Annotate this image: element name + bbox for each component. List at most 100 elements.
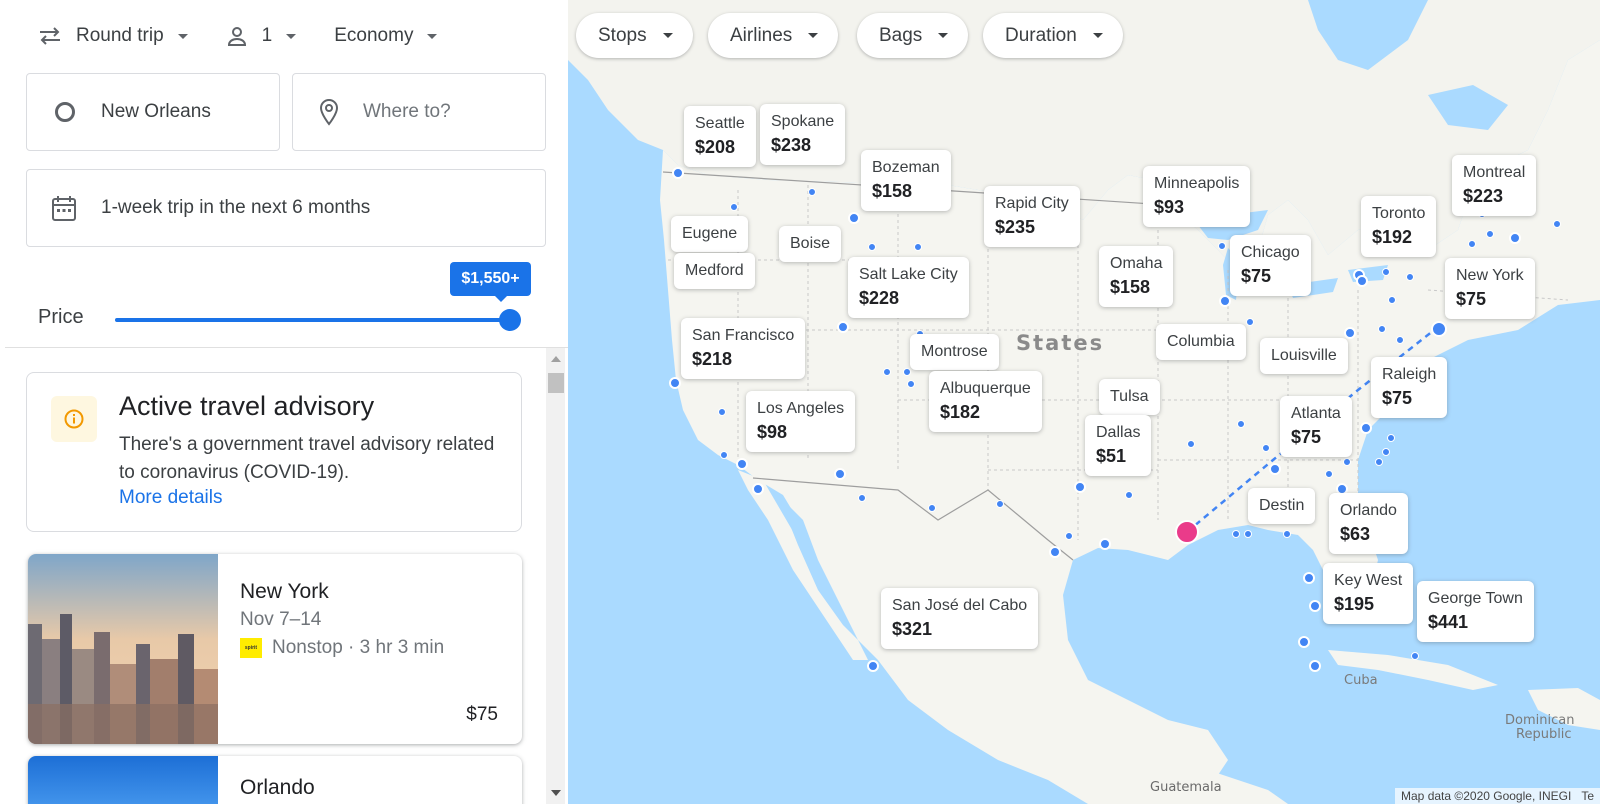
price-slider-track[interactable] bbox=[115, 318, 513, 322]
scrollbar[interactable] bbox=[546, 348, 565, 804]
destination-dot[interactable] bbox=[1049, 546, 1061, 558]
map-label-spokane[interactable]: Spokane $238 bbox=[760, 104, 846, 165]
scrollbar-thumb[interactable] bbox=[548, 373, 564, 393]
price-slider-thumb[interactable] bbox=[499, 309, 521, 331]
destination-dot[interactable] bbox=[914, 243, 922, 251]
map-label-omaha[interactable]: Omaha $158 bbox=[1099, 246, 1174, 307]
map-label-medford[interactable]: Medford bbox=[674, 253, 755, 289]
scroll-up-arrow-icon[interactable] bbox=[551, 356, 561, 362]
destination-dot[interactable] bbox=[1388, 296, 1396, 304]
trip-type-dropdown[interactable]: Round trip bbox=[38, 25, 188, 47]
map-label-orlando[interactable]: Orlando $63 bbox=[1329, 493, 1408, 554]
destination-dot[interactable] bbox=[1283, 530, 1291, 538]
map-label-destin[interactable]: Destin bbox=[1248, 488, 1316, 524]
destination-dot[interactable] bbox=[720, 451, 728, 459]
destination-dot[interactable] bbox=[808, 188, 816, 196]
destination-dot[interactable] bbox=[1486, 230, 1494, 238]
destination-dot[interactable] bbox=[1262, 444, 1270, 452]
cabin-class-dropdown[interactable]: Economy bbox=[334, 25, 438, 47]
destination-dot[interactable] bbox=[1125, 491, 1133, 499]
destination-dot[interactable] bbox=[672, 167, 684, 179]
map-label-montrose[interactable]: Montrose bbox=[910, 334, 999, 370]
result-card[interactable]: New York Nov 7–14 spirit Nonstop · 3 hr … bbox=[28, 554, 522, 744]
result-card[interactable]: Orlando bbox=[28, 756, 522, 804]
destination-dot[interactable] bbox=[903, 368, 911, 376]
map-label-boise[interactable]: Boise bbox=[779, 226, 842, 262]
dates-input[interactable]: 1-week trip in the next 6 months bbox=[26, 169, 546, 247]
destination-dot[interactable] bbox=[907, 380, 915, 388]
destination-dot[interactable] bbox=[883, 368, 891, 376]
destination-dot[interactable] bbox=[736, 458, 748, 470]
destination-dot[interactable] bbox=[1246, 318, 1254, 326]
origin-marker[interactable] bbox=[1175, 520, 1199, 544]
map-label-eugene[interactable]: Eugene bbox=[671, 216, 749, 252]
destination-dot[interactable] bbox=[1553, 220, 1561, 228]
map-label-toronto[interactable]: Toronto $192 bbox=[1361, 196, 1437, 257]
destination-dot[interactable] bbox=[1298, 636, 1310, 648]
destination-dot[interactable] bbox=[1219, 295, 1231, 307]
map-label-key-west[interactable]: Key West $195 bbox=[1323, 563, 1414, 624]
map-label-chicago[interactable]: Chicago $75 bbox=[1230, 235, 1311, 296]
destination-dot[interactable] bbox=[996, 500, 1004, 508]
destination-dot[interactable] bbox=[858, 494, 866, 502]
scroll-down-arrow-icon[interactable] bbox=[551, 790, 561, 796]
destination-dot[interactable] bbox=[1074, 481, 1086, 493]
destination-dot[interactable] bbox=[718, 408, 726, 416]
destination-dot[interactable] bbox=[1382, 268, 1390, 276]
destination-dot[interactable] bbox=[928, 504, 936, 512]
destination-dot[interactable] bbox=[1378, 325, 1386, 333]
destination-dot[interactable] bbox=[1411, 652, 1419, 660]
destination-dot[interactable] bbox=[867, 660, 879, 672]
destination-input[interactable]: Where to? bbox=[292, 73, 546, 151]
destination-dot[interactable] bbox=[1218, 242, 1226, 250]
map-label-montreal[interactable]: Montreal $223 bbox=[1452, 155, 1537, 216]
map-label-columbia[interactable]: Columbia bbox=[1156, 324, 1246, 360]
destination-dot[interactable] bbox=[1356, 275, 1368, 287]
destination-dot[interactable] bbox=[1099, 538, 1111, 550]
destination-dot[interactable] bbox=[1232, 530, 1240, 538]
destination-dot[interactable] bbox=[1387, 434, 1395, 442]
destination-dot[interactable] bbox=[1309, 600, 1321, 612]
destination-dot[interactable] bbox=[1509, 232, 1521, 244]
map-label-tulsa[interactable]: Tulsa bbox=[1099, 379, 1160, 415]
destination-dot[interactable] bbox=[868, 243, 876, 251]
map-label-seattle[interactable]: Seattle $208 bbox=[684, 106, 756, 167]
map-label-los-angeles[interactable]: Los Angeles $98 bbox=[746, 391, 856, 452]
destination-dot[interactable] bbox=[1325, 470, 1333, 478]
destination-dot[interactable] bbox=[837, 321, 849, 333]
destination-dot[interactable] bbox=[848, 212, 860, 224]
destination-dot[interactable] bbox=[669, 377, 681, 389]
map-label-dallas[interactable]: Dallas $51 bbox=[1085, 415, 1152, 476]
map-label-atlanta[interactable]: Atlanta $75 bbox=[1280, 396, 1352, 457]
passengers-dropdown[interactable]: 1 bbox=[226, 25, 297, 47]
map-label-louisville[interactable]: Louisville bbox=[1260, 338, 1348, 374]
destination-dot[interactable] bbox=[1309, 660, 1321, 672]
origin-input[interactable]: New Orleans bbox=[26, 73, 280, 151]
destination-dot[interactable] bbox=[1237, 420, 1245, 428]
destination-dot[interactable] bbox=[1360, 422, 1372, 434]
destination-dot[interactable] bbox=[1343, 458, 1351, 466]
destination-dot[interactable] bbox=[1375, 458, 1383, 466]
bags-filter-chip[interactable]: Bags bbox=[857, 13, 969, 58]
map-label-rapid-city[interactable]: Rapid City $235 bbox=[984, 186, 1080, 247]
destination-dot[interactable] bbox=[752, 483, 764, 495]
terms-link[interactable]: Te bbox=[1581, 789, 1594, 803]
destination-dot[interactable] bbox=[1382, 448, 1390, 456]
map-label-salt-lake-city[interactable]: Salt Lake City $228 bbox=[848, 257, 969, 318]
destination-dot[interactable] bbox=[1431, 321, 1447, 337]
map-label-minneapolis[interactable]: Minneapolis $93 bbox=[1143, 166, 1251, 227]
destination-dot[interactable] bbox=[1468, 240, 1476, 248]
map[interactable]: States Cuba Dominican Republic Guatemala bbox=[568, 0, 1600, 804]
destination-dot[interactable] bbox=[1396, 336, 1404, 344]
map-label-san-francisco[interactable]: San Francisco $218 bbox=[681, 318, 806, 379]
destination-dot[interactable] bbox=[1344, 327, 1356, 339]
map-label-san-jose-del-cabo[interactable]: San José del Cabo $321 bbox=[881, 588, 1039, 649]
airlines-filter-chip[interactable]: Airlines bbox=[708, 13, 839, 58]
map-label-albuquerque[interactable]: Albuquerque $182 bbox=[929, 371, 1042, 432]
more-details-link[interactable]: More details bbox=[119, 487, 223, 509]
destination-dot[interactable] bbox=[730, 203, 738, 211]
map-label-new-york[interactable]: New York $75 bbox=[1445, 258, 1535, 319]
stops-filter-chip[interactable]: Stops bbox=[576, 13, 693, 58]
destination-dot[interactable] bbox=[1406, 273, 1414, 281]
destination-dot[interactable] bbox=[1244, 530, 1252, 538]
